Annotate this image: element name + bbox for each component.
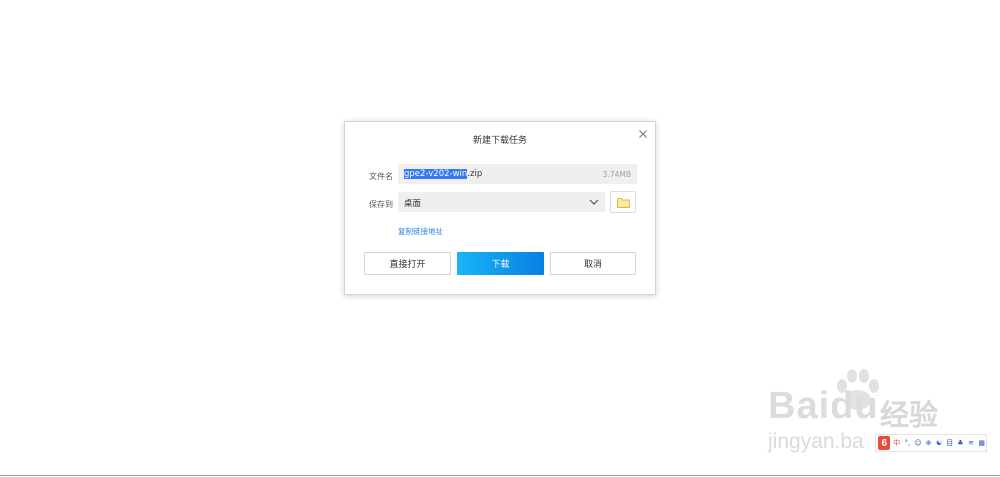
filename-text: gpe2-v202-win.zip bbox=[404, 169, 482, 179]
cancel-button[interactable]: 取消 bbox=[550, 252, 636, 275]
ime-logo-icon[interactable]: 6 bbox=[878, 436, 891, 450]
ime-user-icon[interactable]: ♣ bbox=[956, 439, 965, 447]
bottom-divider bbox=[0, 475, 1000, 476]
ime-chinese-mode[interactable]: 中 bbox=[892, 438, 901, 448]
chevron-down-icon bbox=[589, 199, 599, 205]
browse-folder-button[interactable] bbox=[610, 191, 636, 213]
ime-punctuation-icon[interactable]: °, bbox=[903, 439, 912, 447]
watermark-brand: Baidu bbox=[768, 385, 879, 427]
folder-icon bbox=[617, 198, 630, 208]
filename-extension: .zip bbox=[467, 169, 483, 179]
watermark-url: jingyan.ba bbox=[768, 430, 864, 453]
filename-label: 文件名 bbox=[369, 172, 393, 181]
download-button[interactable]: 下载 bbox=[457, 252, 544, 275]
filename-field[interactable]: gpe2-v202-win.zip 3.74MB bbox=[398, 164, 637, 184]
saveto-select[interactable]: 桌面 bbox=[398, 192, 605, 212]
new-download-dialog: 新建下载任务 文件名 gpe2-v202-win.zip 3.74MB 保存到 … bbox=[344, 121, 656, 295]
ime-skin-icon[interactable]: ☯ bbox=[935, 439, 944, 447]
ime-voice-icon[interactable]: ⊕ bbox=[924, 439, 933, 447]
ime-emoji-icon[interactable]: ☺ bbox=[914, 439, 923, 447]
copy-link-address[interactable]: 复制链接地址 bbox=[398, 226, 443, 237]
ime-keyboard-icon[interactable]: 目 bbox=[946, 438, 955, 448]
saveto-label: 保存到 bbox=[369, 200, 393, 209]
dialog-title: 新建下载任务 bbox=[472, 136, 527, 146]
ime-menu-icon[interactable]: ▦ bbox=[977, 439, 986, 447]
open-directly-button[interactable]: 直接打开 bbox=[364, 252, 451, 275]
filename-selected-text: gpe2-v202-win bbox=[404, 169, 468, 179]
saveto-value: 桌面 bbox=[404, 199, 422, 209]
ime-toolbox-icon[interactable]: ≋ bbox=[967, 439, 976, 447]
watermark-brand-cn: 经验 bbox=[880, 398, 939, 432]
close-icon[interactable] bbox=[637, 128, 649, 140]
file-size: 3.74MB bbox=[602, 170, 631, 179]
ime-toolbar: 6 中 °, ☺ ⊕ ☯ 目 ♣ ≋ ▦ bbox=[875, 434, 987, 452]
